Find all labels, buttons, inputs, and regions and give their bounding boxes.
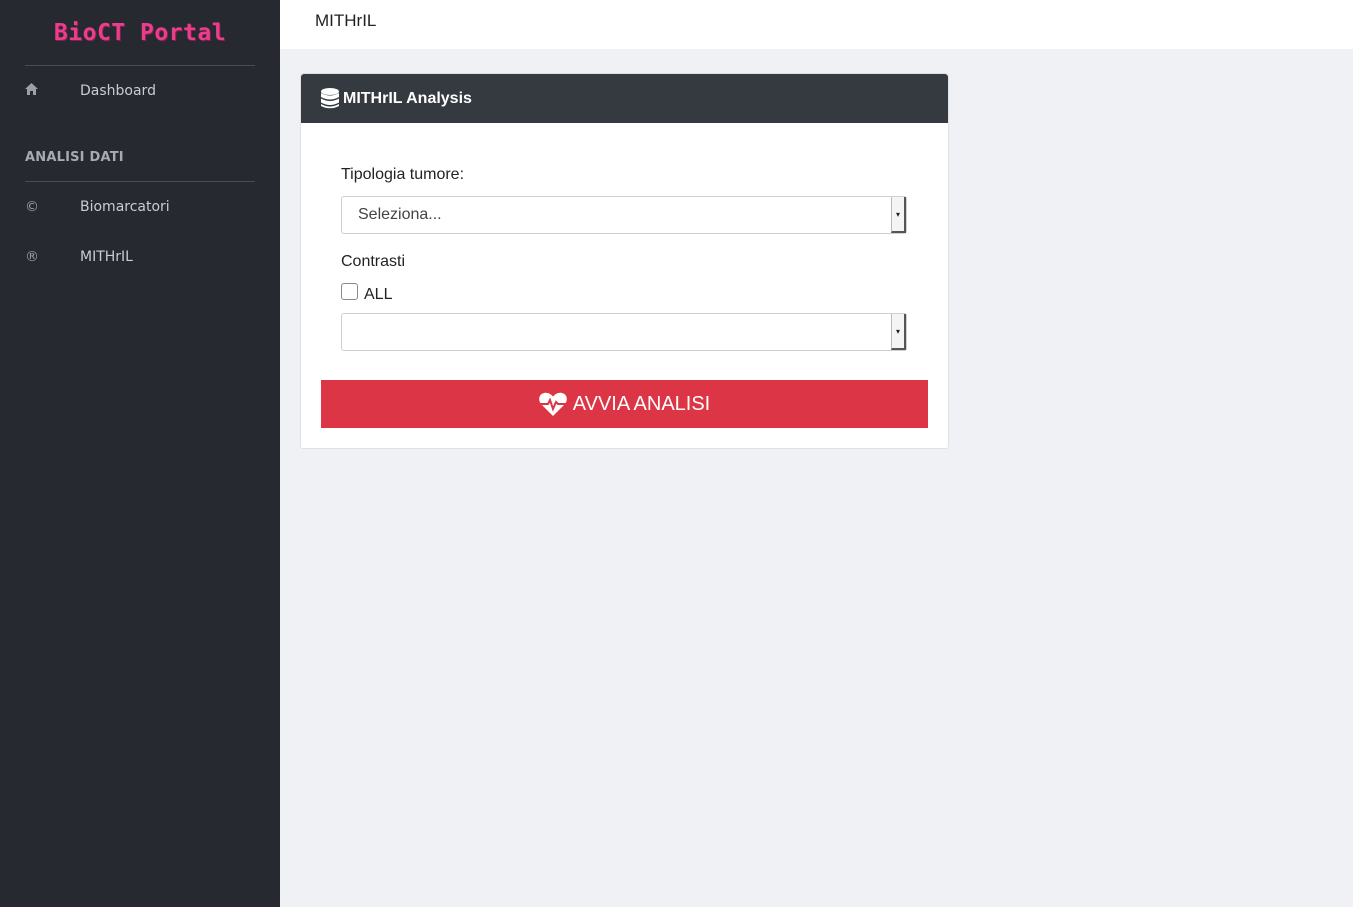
run-analysis-button[interactable]: AVVIA ANALISI (321, 380, 928, 428)
run-analysis-label: AVVIA ANALISI (572, 392, 711, 415)
sidebar-item-dashboard[interactable]: Dashboard (0, 66, 280, 116)
copyright-icon: © (25, 199, 39, 215)
all-checkbox-label[interactable]: ALL (364, 286, 392, 304)
card-title: MITHrIL Analysis (343, 89, 472, 107)
sidebar-item-label: Biomarcatori (80, 199, 170, 215)
sidebar: BioCT Portal Dashboard ANALISI DATI © Bi… (0, 0, 280, 907)
home-icon (25, 83, 80, 99)
tumor-type-select-value: Seleziona... (358, 206, 442, 223)
heartbeat-icon (538, 392, 567, 417)
mithril-analysis-card: MITHrIL Analysis Tipologia tumore: Selez… (300, 73, 949, 449)
database-icon (321, 88, 339, 109)
contrasts-select[interactable]: ▾ (341, 313, 907, 351)
sidebar-section-title: ANALISI DATI (25, 150, 124, 165)
all-checkbox-row: ALL (341, 282, 908, 304)
sidebar-item-label: MITHrIL (80, 249, 133, 265)
tumor-type-select[interactable]: Seleziona... ▾ (341, 196, 907, 234)
sidebar-item-biomarcatori[interactable]: © Biomarcatori (0, 182, 280, 232)
tumor-type-label: Tipologia tumore: (341, 166, 465, 183)
sidebar-item-mithril[interactable]: ® MITHrIL (0, 232, 280, 282)
sidebar-item-label: Dashboard (80, 83, 156, 99)
brand-logo[interactable]: BioCT Portal (0, 0, 280, 65)
page-title: MITHrIL (315, 11, 377, 30)
dropdown-arrow-icon: ▾ (891, 197, 906, 233)
all-checkbox[interactable] (341, 282, 358, 300)
dropdown-arrow-icon: ▾ (891, 314, 906, 350)
contrasts-label: Contrasti (341, 253, 406, 270)
top-header: MITHrIL (280, 0, 1353, 49)
registered-icon: ® (25, 249, 39, 265)
analysis-form: Tipologia tumore: Seleziona... ▾ Contras… (301, 166, 948, 351)
card-header: MITHrIL Analysis (301, 74, 948, 123)
